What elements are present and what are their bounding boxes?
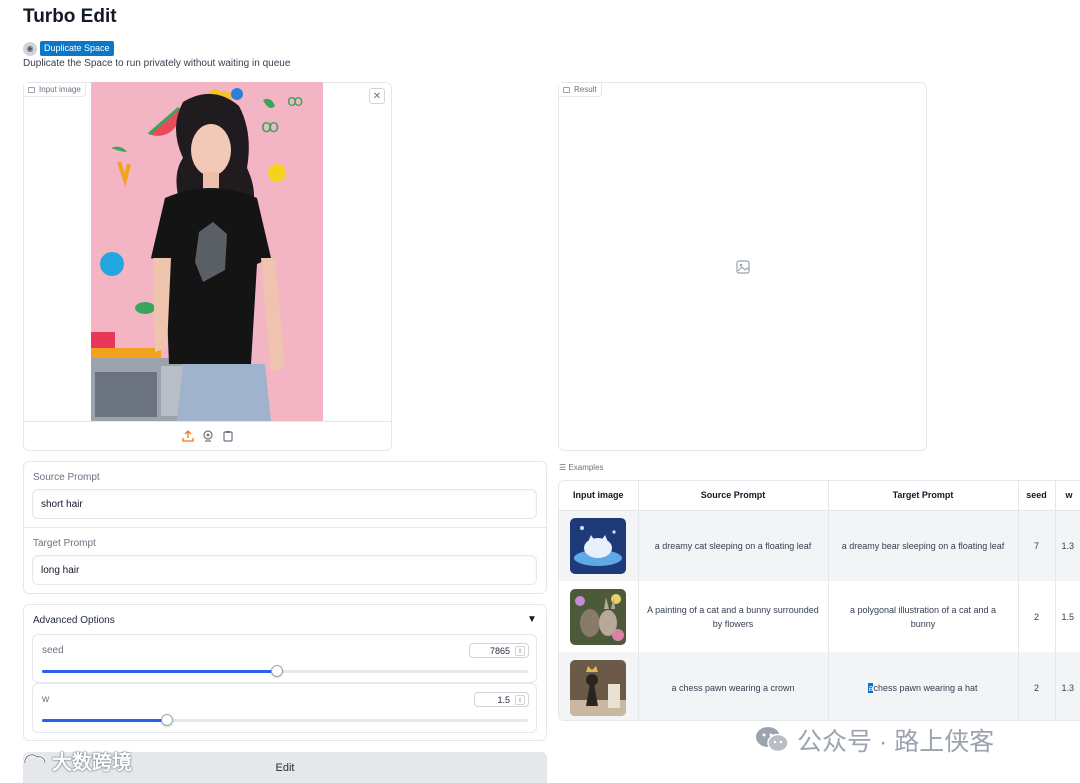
example-seed: 2 [1018,581,1056,652]
advanced-options-title[interactable]: Advanced Options [33,615,115,626]
example-target-prompt: a dreamy bear sleeping on a floating lea… [828,510,1019,581]
image-icon [28,86,35,93]
example-seed: 7 [1018,510,1056,581]
seed-slider-track[interactable] [42,665,528,677]
examples-label: ☰ Examples [559,463,604,472]
examples-table: Input image Source Prompt Target Prompt … [558,480,1080,721]
stepper-icon[interactable]: ⇕ [515,695,525,705]
svg-text:ꝏ: ꝏ [287,91,303,110]
example-thumbnail-cell [559,581,639,652]
example-thumbnail-cell [559,510,639,581]
webcam-icon[interactable] [202,430,214,442]
example-source-prompt: A painting of a cat and a bunny surround… [638,581,829,652]
examples-label-text: Examples [568,463,604,472]
input-image-label: Input image [24,83,86,97]
image-icon [563,86,570,93]
example-seed: 2 [1018,652,1056,720]
duplicate-row: ◉ Duplicate Space [23,41,114,56]
example-target-prompt: achess pawn wearing a hat [828,652,1019,720]
w-value: 1.5 [497,694,510,705]
seed-slider-fill [42,670,278,673]
column-header: w [1055,481,1080,511]
w-slider-group: w 1.5 ⇕ [32,683,537,733]
w-slider-fill [42,719,168,722]
example-w: 1.3 [1055,510,1080,581]
image-source-toolbar [24,421,391,450]
example-row[interactable]: a dreamy cat sleeping on a floating leaf… [559,510,1080,581]
brand-logo-icon [23,752,47,763]
target-prompt-label: Target Prompt [33,538,96,549]
seed-value: 7865 [489,645,510,656]
seed-slider-group: seed 7865 ⇕ [32,634,537,683]
app-title: Turbo Edit [23,6,117,27]
input-image-preview: ꝏ ꝏ [91,82,323,421]
example-w: 1.3 [1055,652,1080,720]
column-header: Source Prompt [638,481,829,511]
input-image-label-text: Input image [39,85,81,94]
image-placeholder-icon [736,260,750,274]
example-thumbnail [570,588,627,645]
duplicate-logo-icon: ◉ [23,41,37,56]
brand-watermark: 大数跨境 [22,746,132,775]
example-row[interactable]: A painting of a cat and a bunny surround… [559,581,1080,652]
result-label: Result [559,83,602,97]
w-label: w [42,694,50,705]
seed-slider-thumb[interactable] [271,665,284,677]
close-icon[interactable]: ✕ [369,88,385,104]
svg-text:ꝏ: ꝏ [261,116,279,137]
wechat-logo-icon [756,727,789,753]
divider [24,527,546,528]
example-thumbnail [570,659,627,716]
clipboard-icon[interactable] [222,430,234,442]
source-prompt-input[interactable]: short hair [32,489,537,519]
example-source-prompt: a chess pawn wearing a crown [638,652,829,720]
duplicate-note: Duplicate the Space to run privately wit… [23,58,291,69]
source-prompt-label: Source Prompt [33,472,100,483]
wechat-watermark: 公众号 · 路上侠客 [755,722,994,758]
target-prompt-input[interactable]: long hair [32,555,537,585]
column-header: seed [1018,481,1056,511]
seed-label: seed [42,645,64,656]
w-slider-track[interactable] [42,714,528,726]
w-number-input[interactable]: 1.5 ⇕ [474,692,529,707]
column-header: Input image [559,481,639,511]
example-target-prompt-text: chess pawn wearing a hat [873,682,978,693]
example-thumbnail [570,517,627,574]
w-slider-thumb[interactable] [161,714,174,726]
column-header: Target Prompt [828,481,1019,511]
example-row[interactable]: a chess pawn wearing a crown achess pawn… [559,652,1080,720]
result-label-text: Result [574,85,597,94]
examples-header-row: Input image Source Prompt Target Prompt … [559,481,1080,511]
example-thumbnail-cell [559,652,639,720]
collapse-toggle-icon[interactable]: ▼ [527,614,537,625]
example-target-prompt: a polygonal illustration of a cat and a … [828,581,1019,652]
example-source-prompt: a dreamy cat sleeping on a floating leaf [638,510,829,581]
watermark-right-text: 公众号 · 路上侠客 [797,728,995,756]
seed-number-input[interactable]: 7865 ⇕ [469,643,529,658]
stepper-icon[interactable]: ⇕ [515,646,525,656]
watermark-left-text: 大数跨境 [52,752,132,774]
example-w: 1.5 [1055,581,1080,652]
upload-icon[interactable] [181,430,194,442]
duplicate-space-button[interactable]: Duplicate Space [40,41,114,56]
